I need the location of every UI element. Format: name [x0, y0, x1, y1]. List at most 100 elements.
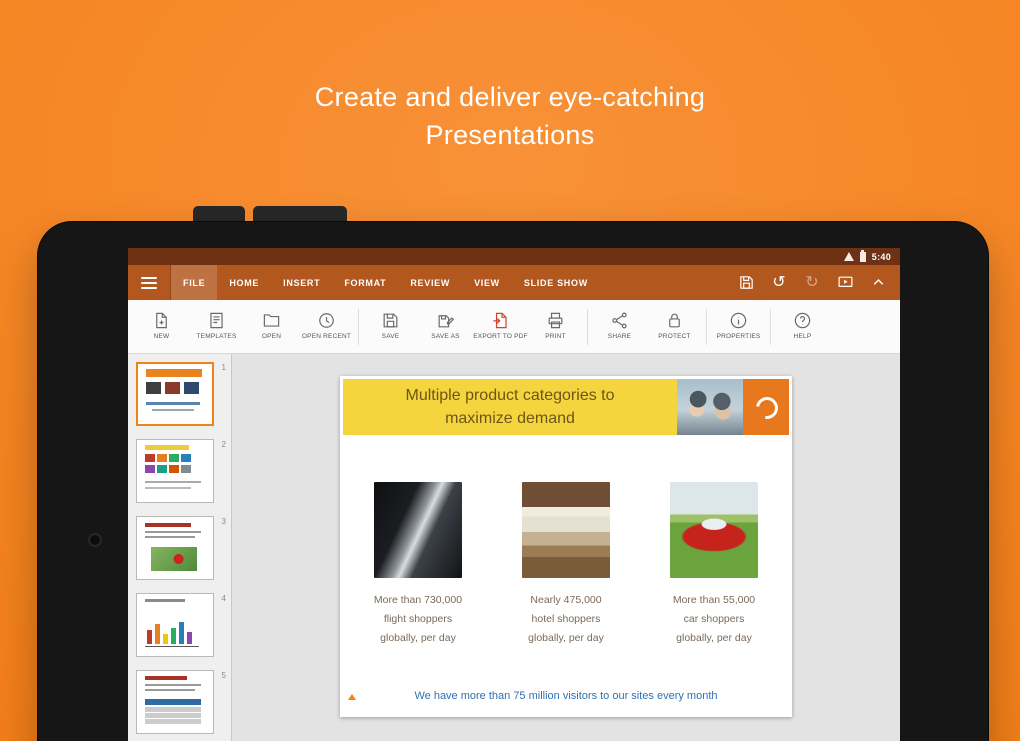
flight-caption: More than 730,000 flight shoppers global… — [354, 591, 482, 648]
caption-line: More than 730,000 — [354, 591, 482, 610]
toolbar-button-export-to-pdf[interactable]: EXPORT TO PDF — [473, 311, 528, 341]
toolbar-button-save-as[interactable]: SAVE AS — [418, 311, 473, 341]
save-icon — [381, 311, 400, 330]
slide-canvas[interactable]: Multiple product categories to maximize … — [340, 376, 792, 717]
thumbnail-preview — [137, 594, 213, 656]
product-car[interactable]: More than 55,000 car shoppers globally, … — [650, 482, 778, 648]
product-flight[interactable]: More than 730,000 flight shoppers global… — [354, 482, 482, 648]
slide-thumbnails-panel: 1 2 3 4 5 — [128, 354, 232, 741]
undo-button[interactable]: ↺ — [770, 274, 788, 292]
toolbar-button-label: PROTECT — [658, 333, 690, 341]
thumbnail-preview — [138, 364, 212, 424]
toolbar-button-label: PRINT — [545, 333, 566, 341]
toolbar-button-new[interactable]: NEW — [134, 311, 189, 341]
caption-line: flight shoppers — [354, 610, 482, 629]
properties-info-icon — [729, 311, 748, 330]
tablet-camera — [90, 535, 100, 545]
slide-title-banner[interactable]: Multiple product categories to maximize … — [343, 379, 677, 435]
export-pdf-icon — [491, 311, 510, 330]
toolbar-button-properties[interactable]: PROPERTIES — [711, 311, 766, 341]
undo-icon: ↺ — [772, 275, 785, 291]
toolbar-button-label: PROPERTIES — [717, 333, 761, 341]
car-photo — [670, 482, 758, 578]
thumbnail-preview — [137, 440, 213, 502]
slide-thumbnail-4[interactable]: 4 — [136, 593, 214, 657]
status-clock: 5:40 — [872, 252, 891, 262]
caption-line: Nearly 475,000 — [502, 591, 630, 610]
status-bar: 5:40 — [128, 248, 900, 265]
quick-save-button[interactable] — [737, 274, 755, 292]
slide-number: 5 — [222, 671, 226, 680]
play-presentation-icon — [837, 274, 854, 291]
save-icon — [738, 274, 755, 291]
toolbar-button-label: NEW — [154, 333, 170, 341]
templates-icon — [207, 311, 226, 330]
protect-lock-icon — [665, 311, 684, 330]
toolbar-button-label: HELP — [794, 333, 812, 341]
editor-content: 1 2 3 4 5 — [128, 354, 900, 741]
toolbar-button-label: OPEN — [262, 333, 281, 341]
slide-thumbnail-1[interactable]: 1 — [136, 362, 214, 426]
slide-number: 2 — [222, 440, 226, 449]
header-photo — [677, 379, 743, 435]
slide-thumbnail-3[interactable]: 3 — [136, 516, 214, 580]
slide-editor-area: Multiple product categories to maximize … — [232, 354, 900, 741]
product-columns: More than 730,000 flight shoppers global… — [354, 482, 778, 648]
tab-home[interactable]: HOME — [217, 265, 271, 300]
redo-button[interactable]: ↻ — [803, 274, 821, 292]
save-as-icon — [436, 311, 455, 330]
caption-line: hotel shoppers — [502, 610, 630, 629]
slide-footer-note[interactable]: We have more than 75 million visitors to… — [340, 690, 792, 702]
tab-format[interactable]: FORMAT — [332, 265, 398, 300]
collapse-toolbar-button[interactable] — [869, 274, 887, 292]
toolbar-button-label: TEMPLATES — [197, 333, 237, 341]
file-toolbar: NEW TEMPLATES OPEN — [128, 300, 900, 354]
tab-slide-show[interactable]: SLIDE SHOW — [512, 265, 600, 300]
caption-line: More than 55,000 — [650, 591, 778, 610]
toolbar-divider — [587, 309, 588, 345]
car-caption: More than 55,000 car shoppers globally, … — [650, 591, 778, 648]
toolbar-divider — [770, 309, 771, 345]
toolbar-button-label: SAVE — [382, 333, 400, 341]
toolbar-button-open[interactable]: OPEN — [244, 311, 299, 341]
caption-line: globally, per day — [354, 629, 482, 648]
toolbar-button-share[interactable]: SHARE — [592, 311, 647, 341]
hamburger-menu-button[interactable] — [128, 265, 171, 300]
slide-number: 3 — [222, 517, 226, 526]
chevron-up-icon — [870, 274, 887, 291]
tab-file[interactable]: FILE — [171, 265, 217, 300]
slide-title-line2: maximize demand — [343, 407, 677, 430]
tab-insert[interactable]: INSERT — [271, 265, 332, 300]
toolbar-button-open-recent[interactable]: OPEN RECENT — [299, 311, 354, 341]
slide-thumbnail-5[interactable]: 5 — [136, 670, 214, 734]
flight-photo — [374, 482, 462, 578]
toolbar-button-save[interactable]: SAVE — [363, 311, 418, 341]
toolbar-button-label: EXPORT TO PDF — [473, 333, 528, 341]
product-hotel[interactable]: Nearly 475,000 hotel shoppers globally, … — [502, 482, 630, 648]
hero-title-line1: Create and deliver eye-catching — [0, 78, 1020, 116]
wifi-icon — [844, 252, 854, 261]
brand-logo — [743, 379, 789, 435]
toolbar-button-protect[interactable]: PROTECT — [647, 311, 702, 341]
tab-review[interactable]: REVIEW — [398, 265, 462, 300]
help-icon — [793, 311, 812, 330]
caption-line: globally, per day — [650, 629, 778, 648]
caption-line: globally, per day — [502, 629, 630, 648]
share-icon — [610, 311, 629, 330]
thumbnail-preview — [137, 517, 213, 579]
slide-thumbnail-2[interactable]: 2 — [136, 439, 214, 503]
slide-number: 1 — [222, 363, 226, 372]
start-slideshow-button[interactable] — [836, 274, 854, 292]
slide-header: Multiple product categories to maximize … — [343, 379, 789, 435]
hotel-caption: Nearly 475,000 hotel shoppers globally, … — [502, 591, 630, 648]
slide-number: 4 — [222, 594, 226, 603]
new-document-icon — [152, 311, 171, 330]
hero-title: Create and deliver eye-catching Presenta… — [0, 78, 1020, 154]
toolbar-button-print[interactable]: PRINT — [528, 311, 583, 341]
hotel-photo — [522, 482, 610, 578]
tab-view[interactable]: VIEW — [462, 265, 512, 300]
battery-icon — [860, 252, 866, 262]
toolbar-button-help[interactable]: HELP — [775, 311, 830, 341]
menu-quick-actions: ↺ ↻ — [737, 265, 900, 300]
toolbar-button-templates[interactable]: TEMPLATES — [189, 311, 244, 341]
